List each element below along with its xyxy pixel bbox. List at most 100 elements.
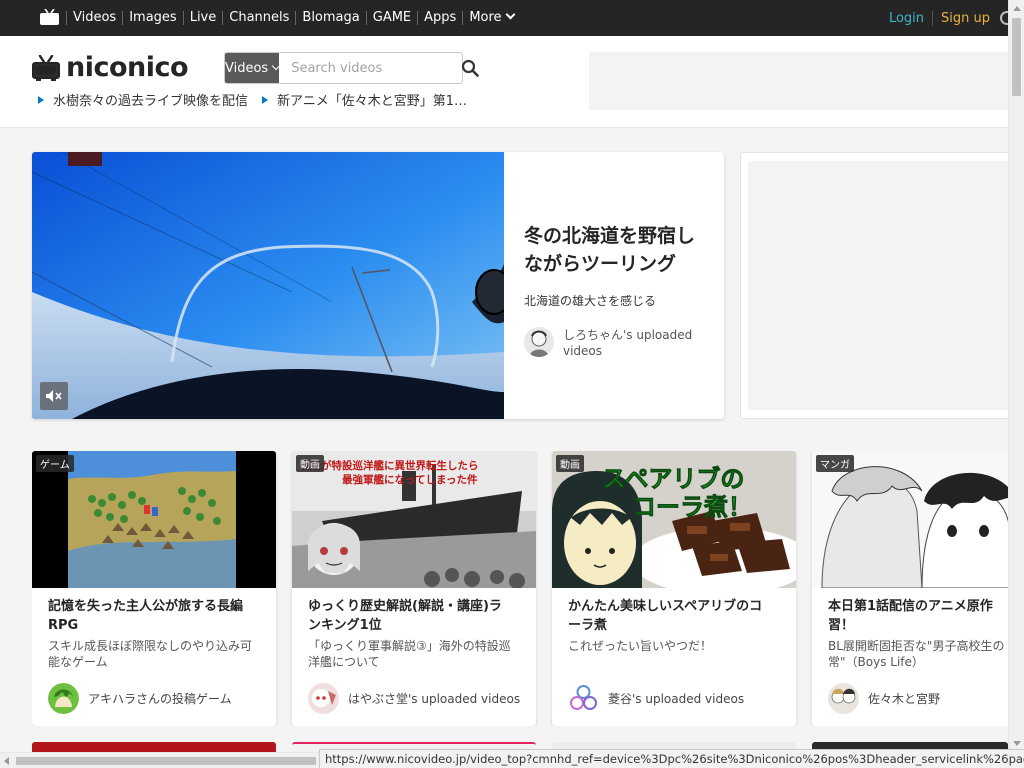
card-description: これぜったい旨いやつだ！: [568, 638, 784, 654]
mute-toggle-button[interactable]: [40, 382, 68, 410]
card-title-line: ンキング1位: [308, 618, 382, 633]
card-thumbnail[interactable]: スペアリブの コーラ煮！ 動画: [552, 451, 796, 588]
service-nav: Videos Images Live Channels Blomaga GAME…: [66, 0, 520, 36]
news-text: 水樹奈々の過去ライブ映像を配信: [53, 94, 249, 109]
content-card[interactable]: スペアリブの コーラ煮！ 動画 かんたん美味しいスペアリブのコ ーラ煮 これぜっ…: [552, 451, 796, 726]
card-title-line: かんたん美味しいスペアリブのコ: [568, 599, 763, 614]
nav-videos[interactable]: Videos: [66, 11, 122, 25]
card-desc-line: BL展開断固拒否な"男子高校生の: [828, 639, 1005, 653]
top-navigation-bar: Videos Images Live Channels Blomaga GAME…: [0, 0, 1008, 36]
owner-avatar-image: [828, 683, 859, 714]
recommended-cards-row: ゲーム 記憶を失った主人公が旅する長編 RPG スキル成長ほぼ際限なしのやり込み…: [32, 451, 1008, 726]
card-thumbnail[interactable]: 商船が特設巡洋艦に異世界転生したら 最強軍艦になってしまった件 動画: [292, 451, 536, 588]
nav-blomaga[interactable]: Blomaga: [295, 11, 365, 25]
nav-images[interactable]: Images: [122, 11, 183, 25]
avatar: [308, 683, 339, 714]
category-badge: 動画: [296, 455, 324, 472]
card-desc-line: これぜったい旨いやつだ！: [568, 639, 713, 653]
nav-more-label: More: [469, 10, 502, 25]
card-owner[interactable]: 佐々木と宮野: [828, 683, 940, 714]
featured-title-line: ながらツーリング: [524, 253, 677, 275]
search-icon: [462, 59, 480, 77]
owner-name: しろちゃん's uploaded videos: [563, 327, 692, 359]
header-news: 水樹奈々の過去ライブ映像を配信 新アニメ「佐々木と宮野」第1…: [38, 90, 481, 109]
news-text: 新アニメ「佐々木と宮野」第1…: [277, 94, 468, 109]
featured-video-owner[interactable]: しろちゃん's uploaded videos: [524, 327, 709, 359]
card-title-line: 習！: [828, 618, 855, 633]
card-title[interactable]: ゆっくり歴史解説(解説・講座)ラ ンキング1位: [308, 597, 524, 635]
niconico-logo[interactable]: niconico: [32, 52, 189, 83]
triangle-right-icon: [262, 95, 269, 104]
content-card[interactable]: マンガ 本日第1話配信のアニメ原作 習！ BL展開断固拒否な"男子高校生の 常"…: [812, 451, 1008, 726]
nav-live[interactable]: Live: [182, 11, 223, 25]
featured-video-card[interactable]: 冬の北海道を野宿し ながらツーリング 北海道の雄大さを感じる しろちゃん's u…: [32, 152, 724, 419]
card-owner[interactable]: 菱谷's uploaded videos: [568, 683, 744, 714]
search-scope-label: Videos: [225, 60, 269, 76]
nav-game[interactable]: GAME: [365, 11, 417, 25]
card-desc-line: スキル成長ほぼ際限なしのやり込み可: [48, 639, 253, 653]
card-thumbnail[interactable]: マンガ: [812, 451, 1008, 588]
search-input[interactable]: [279, 53, 462, 83]
avatar: [828, 683, 859, 714]
avatar: [568, 683, 599, 714]
vertical-scrollbar[interactable]: [1008, 0, 1024, 752]
account-links: Login Sign up: [881, 0, 1008, 36]
news-link[interactable]: 新アニメ「佐々木と宮野」第1…: [262, 90, 467, 109]
card-description: BL展開断固拒否な"男子高校生の 常"（Boys Life）: [828, 638, 1008, 670]
site-header: niconico Videos 水樹奈々の過去ライブ映像を配信 新アニメ「佐々木…: [0, 36, 1008, 128]
card-owner[interactable]: はやぶさ堂's uploaded videos: [308, 683, 520, 714]
content-card[interactable]: ゲーム 記憶を失った主人公が旅する長編 RPG スキル成長ほぼ際限なしのやり込み…: [32, 451, 276, 726]
warship-history-thumbnail-image: 商船が特設巡洋艦に異世界転生したら 最強軍艦になってしまった件: [292, 451, 536, 588]
niconico-tv-icon[interactable]: [40, 9, 59, 25]
speaker-muted-icon: [46, 390, 62, 402]
content-card[interactable]: 商船が特設巡洋艦に異世界転生したら 最強軍艦になってしまった件 動画 ゆっくり歴…: [292, 451, 536, 726]
next-row-card-edge[interactable]: [32, 742, 276, 752]
search-scope-dropdown[interactable]: Videos: [225, 53, 281, 83]
card-title-line: ーラ煮: [568, 618, 608, 633]
avatar: [48, 683, 79, 714]
nav-apps[interactable]: Apps: [417, 11, 462, 25]
link-status-bar: https://www.nicovideo.jp/video_top?cmnhd…: [319, 749, 1024, 768]
featured-video-description: 北海道の雄大さを感じる: [524, 294, 657, 308]
side-ad-placeholder: [748, 161, 1008, 410]
featured-video-player[interactable]: [32, 152, 504, 419]
owner-avatar-image: [524, 327, 554, 357]
scroll-up-arrow-icon[interactable]: [1013, 6, 1021, 11]
nav-channels[interactable]: Channels: [222, 11, 295, 25]
owner-name: アキハラさんの投稿ゲーム: [88, 692, 232, 706]
spareribs-cooking-thumbnail-image: スペアリブの コーラ煮！: [552, 451, 796, 588]
card-desc-line: 能なゲーム: [48, 655, 108, 669]
signup-link[interactable]: Sign up: [932, 10, 1000, 26]
brand-wordmark: niconico: [66, 52, 189, 83]
card-title[interactable]: かんたん美味しいスペアリブのコ ーラ煮: [568, 597, 784, 635]
featured-video-title[interactable]: 冬の北海道を野宿し ながらツーリング: [524, 222, 709, 278]
nav-more[interactable]: More: [462, 9, 519, 25]
owner-name: はやぶさ堂's uploaded videos: [348, 692, 521, 706]
side-ad-panel: [740, 152, 1008, 419]
thumbnail-caption: 商船が特設巡洋艦に異世界転生したら: [300, 459, 479, 472]
card-description: スキル成長ほぼ際限なしのやり込み可 能なゲーム: [48, 638, 264, 670]
search-button[interactable]: [461, 53, 480, 83]
card-owner[interactable]: アキハラさんの投稿ゲーム: [48, 683, 232, 714]
news-link[interactable]: 水樹奈々の過去ライブ映像を配信: [38, 90, 248, 109]
card-title[interactable]: 本日第1話配信のアニメ原作 習！: [828, 597, 1008, 635]
card-title-line: ゆっくり歴史解説(解説・講座)ラ: [308, 599, 502, 614]
thumbnail-caption: コーラ煮！: [632, 493, 752, 521]
partially-visible-icon[interactable]: [1000, 11, 1008, 25]
scroll-left-arrow-icon[interactable]: [4, 757, 9, 765]
scroll-down-arrow-icon[interactable]: [1013, 741, 1021, 746]
category-badge: マンガ: [816, 455, 854, 472]
scrollbar-thumb[interactable]: [16, 757, 316, 765]
card-desc-line: 洋艦について: [308, 655, 380, 669]
card-thumbnail[interactable]: ゲーム: [32, 451, 276, 588]
owner-line: しろちゃん's uploaded: [563, 328, 693, 342]
login-link[interactable]: Login: [881, 11, 932, 26]
featured-video-info: 冬の北海道を野宿し ながらツーリング 北海道の雄大さを感じる しろちゃん's u…: [524, 222, 709, 359]
card-title[interactable]: 記憶を失った主人公が旅する長編 RPG: [48, 597, 264, 635]
niconico-tv-logo-icon: [32, 54, 60, 81]
scrollbar-thumb[interactable]: [1012, 18, 1021, 96]
avatar: [524, 327, 554, 357]
owner-name: 菱谷's uploaded videos: [608, 692, 745, 706]
owner-avatar-image: [308, 683, 339, 714]
owner-avatar-image: [568, 683, 599, 714]
